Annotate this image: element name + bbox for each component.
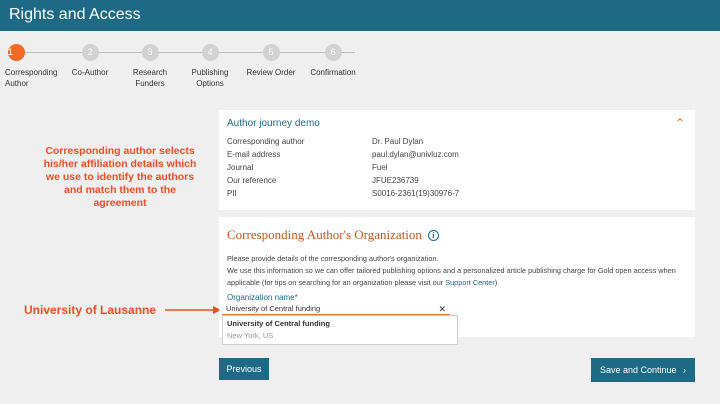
step-number: 5 [262,44,280,61]
support-center-link[interactable]: Support Center [445,278,495,287]
journey-title: Author journey demo [227,118,320,129]
save-and-continue-button[interactable]: Save and Continue › [591,358,695,382]
suggestion-name: University of Central funding [227,319,330,328]
organization-desc-1: Please provide details of the correspond… [227,254,439,263]
info-key: PII [227,189,237,198]
info-key: Our reference [227,176,277,185]
step-number: 1 [8,44,25,61]
organization-title-text: Corresponding Author's Organization [227,227,422,242]
desc-text: applicable (for tips on searching for an… [227,278,446,287]
info-value: paul.dylan@univluz.com [372,150,459,159]
suggestion-location: New York, US [227,331,274,340]
chevron-up-icon[interactable]: ⌃ [675,116,685,130]
organization-desc-2: We use this information so we can offer … [227,266,676,275]
info-value: S0016-2361(19)30976-7 [372,189,460,198]
organization-desc-3: applicable (for tips on searching for an… [227,277,687,288]
step-label: Confirmation [310,68,356,77]
info-row: PII S0016-2361(19)30976-7 [227,189,627,201]
step-number: 3 [141,44,159,61]
info-icon[interactable]: i [427,230,439,241]
organization-suggestion[interactable]: University of Central funding New York, … [222,315,458,345]
info-key: Journal [227,163,254,172]
organization-name-input[interactable]: University of Central funding ✕ [222,303,450,315]
annotation-arrow-icon [165,306,221,314]
previous-button[interactable]: Previous [219,358,269,380]
info-row: Our reference JFUE236739 [227,176,627,188]
step-confirmation[interactable]: 6 Confirmation [293,44,373,78]
author-journey-card: Author journey demo ⌃ Corresponding auth… [219,110,695,210]
step-number: 6 [324,44,342,61]
close-icon[interactable]: ✕ [438,303,446,315]
organization-field-label: Organization name* [227,293,298,302]
chevron-right-icon: › [683,365,687,375]
step-number: 4 [201,44,219,61]
page-title: Rights and Access [9,6,141,23]
progress-stepper: 1 Corresponding Author 2 Co-Author 3 Res… [0,44,380,100]
organization-title: Corresponding Author's Organization i [227,227,439,243]
info-value: Fuel [372,163,388,172]
info-key: Corresponding author [227,137,305,146]
info-row: Corresponding author Dr. Paul Dylan [227,137,627,149]
annotation-note: Corresponding author selects his/her aff… [43,145,197,209]
step-number: 2 [81,44,99,61]
info-key: E-mail address [227,150,281,159]
step-label: Corresponding Author [5,68,58,88]
info-row: E-mail address paul.dylan@univluz.com [227,150,627,162]
top-bar: Rights and Access [0,0,720,31]
info-value: Dr. Paul Dylan [372,137,424,146]
desc-text-end: ) [494,278,498,287]
annotation-university: University of Lausanne [24,303,157,317]
info-value: JFUE236739 [372,176,419,185]
info-row: Journal Fuel [227,163,627,175]
save-label: Save and Continue [599,365,677,375]
organization-name-value: University of Central funding [226,304,321,313]
